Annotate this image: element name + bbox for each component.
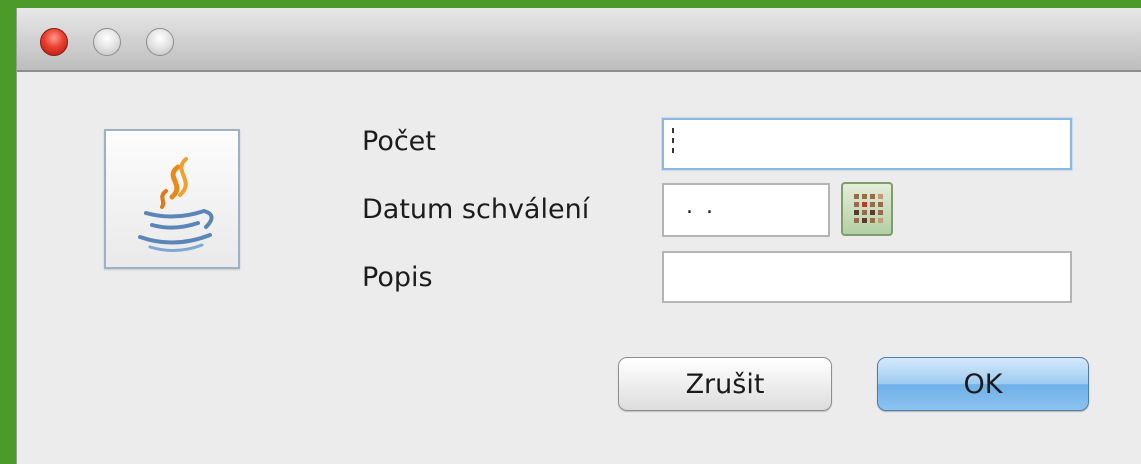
close-icon[interactable]	[40, 28, 68, 56]
java-coffee-cup-icon	[104, 129, 240, 269]
title-bar	[17, 8, 1141, 72]
approval-date-value: . .	[686, 194, 716, 219]
cancel-button[interactable]: Zrušit	[618, 357, 832, 411]
calendar-icon	[854, 194, 883, 223]
approval-date-field[interactable]: . .	[662, 183, 830, 237]
dialog-window: Počet Datum schválení . . Popis Zrušit O…	[16, 8, 1141, 464]
description-label: Popis	[362, 262, 433, 293]
calendar-button[interactable]	[841, 182, 893, 236]
approval-date-label: Datum schválení	[362, 194, 590, 225]
text-caret	[672, 128, 674, 158]
ok-button[interactable]: OK	[877, 357, 1089, 411]
minimize-icon[interactable]	[93, 28, 121, 56]
zoom-icon[interactable]	[146, 28, 174, 56]
count-field[interactable]	[662, 118, 1072, 170]
count-label: Počet	[362, 126, 436, 157]
description-field[interactable]	[662, 251, 1072, 303]
